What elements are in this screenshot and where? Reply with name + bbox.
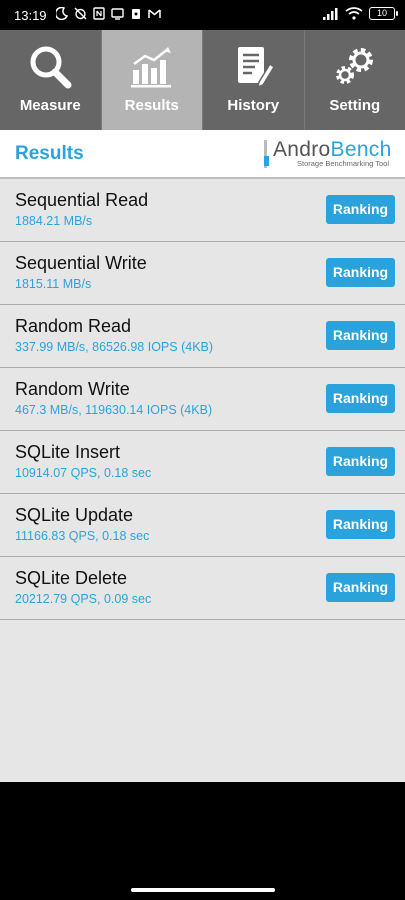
ranking-button[interactable]: Ranking (326, 258, 395, 287)
gmail-icon (148, 9, 161, 18)
tab-label: Measure (19, 97, 81, 114)
result-value: 1815.11 MB/s (15, 277, 92, 291)
result-name: SQLite Insert (15, 442, 121, 462)
home-gesture-bar[interactable] (131, 888, 275, 892)
navigation-area (0, 782, 405, 900)
battery-icon: 10 (369, 7, 398, 20)
list-item: Sequential Write 1815.11 MB/s Ranking (0, 242, 405, 305)
status-bar: 13:19 10 (0, 0, 405, 30)
document-pencil-icon (238, 47, 276, 89)
alarm-off-icon (74, 7, 87, 20)
ranking-button[interactable]: Ranking (326, 573, 395, 602)
tab-history[interactable]: History (203, 30, 305, 130)
results-list: Sequential Read 1884.21 MB/s Ranking Seq… (0, 179, 405, 782)
ranking-button[interactable]: Ranking (326, 510, 395, 539)
moon-icon (56, 7, 68, 20)
tab-results[interactable]: Results (101, 30, 203, 130)
list-item: SQLite Insert 10914.07 QPS, 0.18 sec Ran… (0, 431, 405, 494)
ranking-button[interactable]: Ranking (326, 384, 395, 413)
signal-icon (323, 7, 338, 20)
result-name: SQLite Delete (15, 568, 128, 588)
result-name: Sequential Read (15, 190, 149, 210)
result-value: 467.3 MB/s, 119630.14 IOPS (4KB) (15, 403, 213, 417)
result-value: 1884.21 MB/s (15, 214, 93, 228)
result-value: 20212.79 QPS, 0.09 sec (15, 592, 152, 606)
result-name: Random Read (15, 316, 132, 336)
nfc-icon (93, 7, 105, 20)
tab-measure[interactable]: Measure (0, 30, 102, 130)
tab-setting[interactable]: Setting (304, 30, 405, 130)
ranking-button[interactable]: Ranking (326, 195, 395, 224)
logo-name-part1: Andro (273, 138, 331, 161)
clipboard-icon (132, 9, 140, 19)
system-icons: 10 (323, 7, 398, 20)
logo-name-part2: Bench (330, 138, 392, 161)
logo-bar-accent (264, 156, 269, 166)
ranking-button[interactable]: Ranking (326, 321, 395, 350)
notification-icons (56, 7, 161, 20)
tab-bar: Measure Results History Setting (0, 30, 405, 130)
result-value: 10914.07 QPS, 0.18 sec (15, 466, 152, 480)
tab-label: Setting (329, 97, 381, 114)
result-name: Random Write (15, 379, 130, 399)
list-item: Sequential Read 1884.21 MB/s Ranking (0, 179, 405, 242)
result-value: 337.99 MB/s, 86526.98 IOPS (4KB) (15, 340, 214, 354)
magnifier-icon (30, 46, 72, 89)
list-item: Random Write 467.3 MB/s, 119630.14 IOPS … (0, 368, 405, 431)
bar-chart-icon (130, 47, 171, 88)
list-item: SQLite Delete 20212.79 QPS, 0.09 sec Ran… (0, 557, 405, 620)
list-item: Random Read 337.99 MB/s, 86526.98 IOPS (… (0, 305, 405, 368)
androbench-logo: AndroBench Storage Benchmarking Tool (264, 138, 394, 170)
list-item: SQLite Update 11166.83 QPS, 0.18 sec Ran… (0, 494, 405, 557)
wifi-icon (345, 7, 363, 20)
tab-label: Results (124, 97, 179, 114)
result-name: Sequential Write (15, 253, 147, 273)
tab-label: History (227, 97, 280, 114)
page-title: Results (15, 143, 84, 164)
screen-icon (111, 8, 124, 20)
logo-tagline: Storage Benchmarking Tool (297, 159, 389, 168)
status-time: 13:19 (14, 8, 47, 23)
ranking-button[interactable]: Ranking (326, 447, 395, 476)
gears-icon (335, 48, 373, 84)
result-value: 11166.83 QPS, 0.18 sec (15, 529, 150, 543)
result-name: SQLite Update (15, 505, 134, 525)
